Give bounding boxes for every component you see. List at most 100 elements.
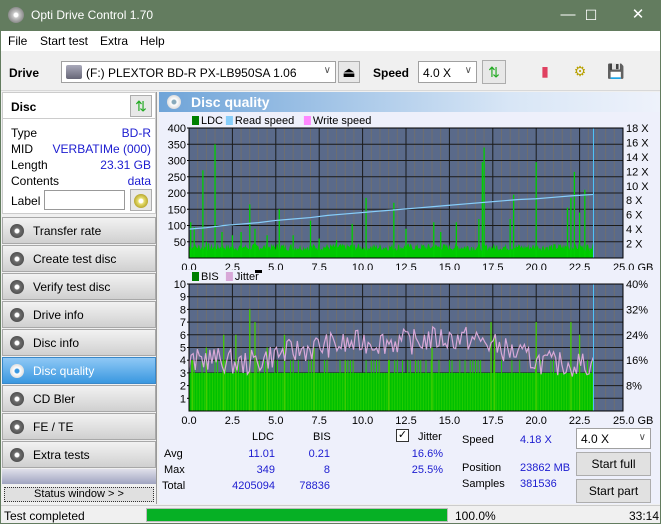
nav-create-test-disc[interactable]: Create test disc (2, 245, 156, 272)
disc-refresh-button[interactable]: ⇅ (130, 95, 152, 117)
stats-max-jitter: 25.5% (411, 464, 443, 476)
menu-file[interactable]: File (8, 34, 27, 48)
test-speed-select[interactable]: 4.0 X ∨ (576, 428, 651, 449)
x-tick-label: 2.5 (225, 415, 240, 427)
x-tick-label: 22.5 (569, 415, 590, 427)
y-tick-label: 250 (168, 172, 186, 184)
menu-extra[interactable]: Extra (100, 34, 128, 48)
nav-fe-te[interactable]: FE / TE (2, 413, 156, 440)
jitter-label: Jitter (418, 431, 442, 443)
floppy-disk-icon: 💾 (607, 63, 625, 79)
nav-label: Transfer rate (33, 224, 102, 238)
nav-disc-info[interactable]: Disc info (2, 329, 156, 356)
disc-mid-value: VERBATIMe (000) (52, 142, 151, 156)
position-value: 23862 MB (520, 462, 571, 474)
window-title: Opti Drive Control 1.70 (31, 8, 154, 22)
stats-header-ldc: LDC (252, 431, 275, 443)
y2-tick-label: 16 X (626, 137, 649, 149)
disc-icon (10, 420, 24, 434)
speed-label: Speed (373, 66, 410, 80)
menu-help[interactable]: Help (140, 34, 165, 48)
cd-icon (134, 194, 148, 209)
save-button[interactable]: 💾 (604, 60, 628, 84)
chevron-down-icon: ∨ (323, 65, 331, 76)
disc-label-input[interactable] (44, 190, 125, 210)
status-text: Test completed (4, 509, 85, 523)
y-tick-label: 9 (180, 292, 186, 304)
disc-panel-title: Disc (11, 100, 37, 114)
stats-total-bis: 78836 (299, 480, 330, 492)
samples-value: 381536 (520, 478, 557, 490)
app-disc-icon (8, 7, 24, 23)
x-tick-label: 17.5 (482, 415, 503, 427)
status-bar: Test completed 100.0% 33:14 ⋯ (1, 505, 660, 523)
eject-icon: ⏏ (342, 64, 356, 80)
stats-max-ldc: 349 (256, 464, 275, 476)
ldc-chart: LDC Read speed Write speed 400 350 300 250 200… (168, 115, 654, 270)
toolbar: Drive (F:) PLEXTOR BD-R PX-LB950SA 1.06 … (1, 51, 660, 91)
refresh-arrows-icon: ⇅ (488, 64, 500, 80)
nav-extra-tests[interactable]: Extra tests (2, 441, 156, 468)
disc-length-value: 23.31 GB (100, 158, 151, 172)
stats-max-bis: 8 (323, 464, 330, 476)
disc-type-key: Type (11, 126, 38, 140)
stats-total-ldc: 4205094 (232, 480, 275, 492)
resize-grip-icon[interactable]: ⋯ (649, 512, 657, 521)
speed-label: Speed (462, 434, 494, 446)
y-tick-label: 400 (168, 123, 186, 135)
disc-type-value: BD-R (121, 126, 151, 140)
legend-swatch-2 (303, 116, 311, 125)
close-button[interactable]: ✕ (623, 4, 653, 26)
drive-select[interactable]: (F:) PLEXTOR BD-R PX-LB950SA 1.06 ∨ (61, 61, 336, 83)
jitter-checkbox[interactable]: ✓ (396, 429, 409, 442)
disc-icon (10, 448, 24, 462)
disc-quality-panel: Disc quality LDC Read speed Write speed 40… (159, 92, 660, 504)
erase-button[interactable]: ▮ (533, 60, 557, 84)
y2-tick-label: 32% (626, 304, 648, 316)
menu-start-test[interactable]: Start test (40, 34, 88, 48)
status-window-button[interactable]: Status window > > (4, 487, 154, 502)
legend-label-0: LDC (201, 115, 223, 127)
nav-label: FE / TE (33, 420, 74, 434)
position-label: Position (462, 462, 502, 474)
x-tick-label: 20.0 (525, 415, 546, 427)
maximize-button[interactable]: ☐ (576, 4, 606, 26)
drive-label: Drive (9, 66, 40, 80)
start-part-button[interactable]: Start part (576, 479, 651, 503)
eject-button[interactable]: ⏏ (338, 61, 360, 83)
refresh-arrows-icon: ⇅ (135, 98, 147, 114)
nav-label: Extra tests (33, 448, 90, 462)
nav-transfer-rate[interactable]: Transfer rate (2, 217, 156, 244)
start-full-button[interactable]: Start full (576, 452, 651, 476)
nav-label: CD Bler (33, 392, 76, 406)
y-tick-label: 100 (168, 221, 186, 233)
y2-tick-label: 16% (626, 355, 648, 367)
y-tick-label: 4 (180, 355, 186, 367)
speed-value: 4.18 X (520, 434, 552, 446)
nav-disc-quality[interactable]: Disc quality (2, 357, 156, 384)
disc-icon (10, 308, 24, 322)
disc-icon (10, 280, 24, 294)
x-tick-label: 25.0 GB (613, 415, 653, 427)
y-tick-label: 300 (168, 156, 186, 168)
label-disc-button[interactable] (130, 189, 152, 211)
gears-icon: ⚙ (573, 63, 587, 79)
settings-button[interactable]: ⚙ (568, 60, 592, 84)
progress-bar (146, 508, 448, 522)
nav-cd-bler[interactable]: CD Bler (2, 385, 156, 412)
speed-select[interactable]: 4.0 X ∨ (418, 61, 477, 83)
nav-verify-test-disc[interactable]: Verify test disc (2, 273, 156, 300)
y-tick-label: 8 (180, 304, 186, 316)
disc-mid-key: MID (11, 142, 33, 156)
chevron-down-icon: ∨ (464, 65, 472, 76)
refresh-button[interactable]: ⇅ (482, 60, 506, 84)
disc-icon (10, 364, 24, 378)
menu-bar: File Start test Extra Help (1, 31, 660, 51)
drive-select-value: (F:) PLEXTOR BD-R PX-LB950SA 1.06 (86, 66, 297, 80)
legend-swatch-0 (192, 116, 199, 125)
x-tick-label: 7.5 (312, 415, 327, 427)
nav-drive-info[interactable]: Drive info (2, 301, 156, 328)
title-bar: Opti Drive Control 1.70 — ☐ ✕ (1, 0, 660, 31)
x-tick-label: 0.0 (181, 415, 196, 427)
disc-icon (10, 252, 24, 266)
